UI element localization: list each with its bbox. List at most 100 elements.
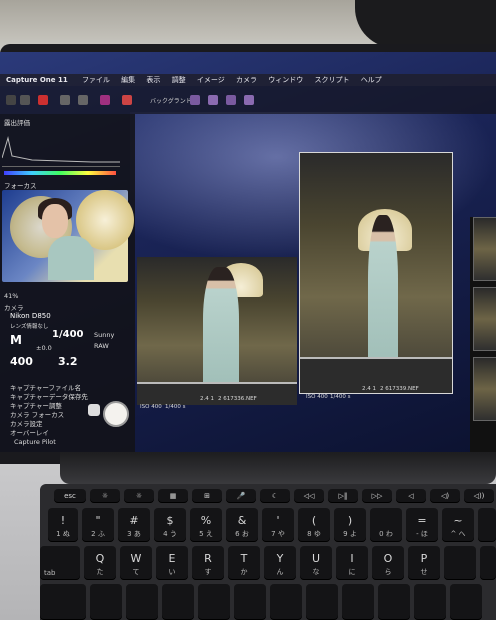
white-balance[interactable]: Sunny	[94, 331, 114, 339]
crop-icon[interactable]	[208, 95, 218, 105]
key-f2[interactable]: ☼	[124, 489, 154, 503]
key-6[interactable]: & 6 お	[226, 508, 258, 542]
color-icon[interactable]	[100, 95, 110, 105]
key-g[interactable]	[234, 584, 266, 620]
key-0[interactable]: 0 わ	[370, 508, 402, 542]
keyboard: esc ☼ ☼ ▦ ⊞ 🎤 ☾ ◁◁ ▷‖ ▷▷ ◁ ◁) ◁)) ! 1 ぬ "…	[40, 484, 496, 620]
camera-model: Nikon D850	[10, 312, 51, 320]
key-q[interactable]: Qた	[84, 546, 116, 580]
key-y[interactable]: Yん	[264, 546, 296, 580]
key-minus[interactable]: = - ほ	[406, 508, 438, 542]
menu-window[interactable]: ウィンドウ	[268, 76, 303, 84]
key-esc[interactable]: esc	[54, 489, 86, 503]
menu-file[interactable]: ファイル	[82, 76, 110, 84]
key-l[interactable]	[378, 584, 410, 620]
key-f1[interactable]: ☼	[90, 489, 120, 503]
key-9[interactable]: ) 9 よ	[334, 508, 366, 542]
histogram-label: 露出評価	[4, 119, 30, 127]
capture-pilot-label[interactable]: Capture Pilot	[14, 438, 56, 446]
key-colon[interactable]	[450, 584, 482, 620]
key-i[interactable]: Iに	[336, 546, 368, 580]
menu-adjust[interactable]: 調整	[172, 76, 186, 84]
exposure-mode[interactable]: M	[10, 333, 22, 347]
key-2[interactable]: " 2 ふ	[82, 508, 114, 542]
redo-icon[interactable]	[78, 95, 88, 105]
key-f10[interactable]: ◁	[396, 489, 426, 503]
model-figure	[368, 215, 398, 375]
menu-help[interactable]: ヘルプ	[361, 76, 382, 84]
folder-icon[interactable]	[6, 95, 16, 105]
viewer-photo-right-selected[interactable]	[299, 152, 453, 394]
filmstrip-thumb[interactable]	[473, 287, 496, 351]
key-r[interactable]: Rす	[192, 546, 224, 580]
key-8[interactable]: (8 ゆ	[298, 508, 330, 542]
key-s[interactable]	[126, 584, 158, 620]
key-f7[interactable]: ◁◁	[294, 489, 324, 503]
key-yen[interactable]	[478, 508, 496, 542]
face	[42, 204, 68, 238]
menu-camera[interactable]: カメラ	[236, 76, 257, 84]
record-icon[interactable]	[38, 95, 48, 105]
rotate-icon[interactable]	[226, 95, 236, 105]
capture-button[interactable]	[103, 401, 129, 427]
key-f3[interactable]: ▦	[158, 489, 188, 503]
key-tab[interactable]: tab	[40, 546, 80, 580]
cursor-icon[interactable]	[190, 95, 200, 105]
key-w[interactable]: Wて	[120, 546, 152, 580]
key-u[interactable]: Uな	[300, 546, 332, 580]
key-f6[interactable]: ☾	[260, 489, 290, 503]
grid-icon[interactable]	[122, 95, 132, 105]
key-f4[interactable]: ⊞	[192, 489, 222, 503]
shutter-speed[interactable]: 1/400	[52, 329, 83, 340]
key-f[interactable]	[198, 584, 230, 620]
live-view-icon[interactable]	[88, 404, 100, 416]
key-4[interactable]: $4 う	[154, 508, 186, 542]
menu-image[interactable]: イメージ	[197, 76, 225, 84]
zoom-level[interactable]: 41%	[4, 292, 18, 300]
iso-value[interactable]: 400	[10, 355, 33, 368]
exposure-comp[interactable]: ±0.0	[36, 344, 52, 352]
key-at[interactable]	[444, 546, 476, 580]
key-f8[interactable]: ▷‖	[328, 489, 358, 503]
app-name[interactable]: Capture One 11	[6, 76, 68, 84]
capture-icon[interactable]	[20, 95, 30, 105]
menu-view[interactable]: 表示	[146, 76, 160, 84]
key-3[interactable]: #3 あ	[118, 508, 150, 542]
key-f12[interactable]: ◁))	[464, 489, 494, 503]
viewer-photo-left[interactable]	[137, 257, 297, 405]
camera-section-header[interactable]: カメラ	[4, 302, 24, 312]
key-bracket[interactable]	[480, 546, 496, 580]
undo-icon[interactable]	[60, 95, 70, 105]
tool-overlay[interactable]: オーバーレイ	[10, 427, 49, 437]
key-o[interactable]: Oら	[372, 546, 404, 580]
file-format[interactable]: RAW	[94, 342, 109, 350]
filmstrip-thumb[interactable]	[473, 357, 496, 421]
key-k[interactable]	[342, 584, 374, 620]
key-f9[interactable]: ▷▷	[362, 489, 392, 503]
filmstrip-thumb[interactable]	[473, 217, 496, 281]
key-5[interactable]: % 5 え	[190, 508, 222, 542]
key-semicolon[interactable]	[414, 584, 446, 620]
keystone-icon[interactable]	[244, 95, 254, 105]
key-t[interactable]: Tか	[228, 546, 260, 580]
left-shutter: 1/400 s	[165, 404, 186, 410]
laptop-screen: Capture One 11 ファイル 編集 表示 調整 イメージ カメラ ウィ…	[0, 52, 496, 452]
key-p[interactable]: Pせ	[408, 546, 440, 580]
key-1[interactable]: ! 1 ぬ	[48, 508, 78, 542]
photographer-silhouette	[355, 0, 496, 48]
menu-edit[interactable]: 編集	[121, 76, 135, 84]
toolbar: バックグランド	[0, 86, 496, 114]
key-f5[interactable]: 🎤	[226, 489, 256, 503]
filmstrip	[470, 217, 496, 452]
key-f11[interactable]: ◁)	[430, 489, 460, 503]
key-7[interactable]: ' 7 や	[262, 508, 294, 542]
key-control[interactable]	[40, 584, 86, 620]
key-e[interactable]: Eい	[156, 546, 188, 580]
key-a[interactable]	[90, 584, 122, 620]
key-caret[interactable]: ~ ^ へ	[442, 508, 474, 542]
aperture-value[interactable]: 3.2	[58, 355, 78, 368]
key-j[interactable]	[306, 584, 338, 620]
key-h[interactable]	[270, 584, 302, 620]
menu-script[interactable]: スクリプト	[314, 76, 349, 84]
key-d[interactable]	[162, 584, 194, 620]
